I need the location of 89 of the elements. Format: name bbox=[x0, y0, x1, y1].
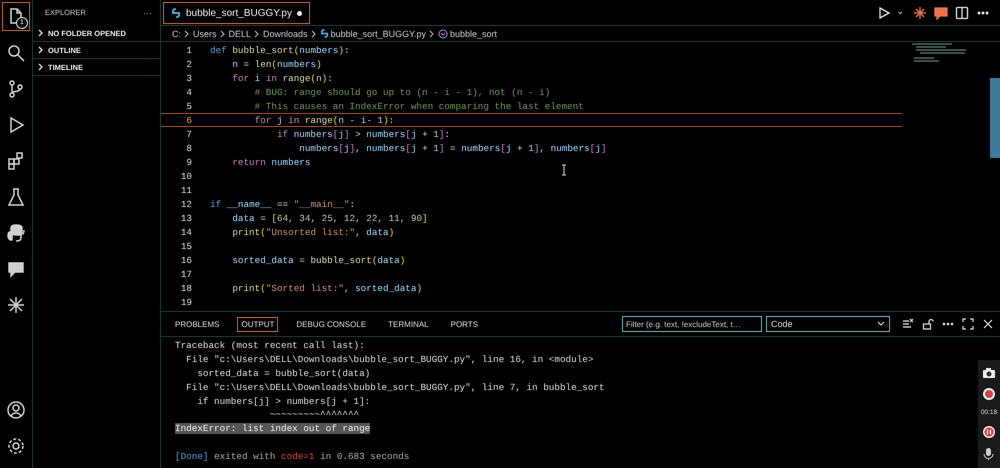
line-number: 9 bbox=[185, 156, 192, 168]
output-line: ~~~~~~~~~^^^^^^^ bbox=[268, 409, 360, 420]
breadcrumb-item[interactable]: Downloads bbox=[263, 28, 308, 38]
python-file-icon bbox=[320, 29, 329, 38]
chevron-down-icon bbox=[877, 321, 885, 327]
filter-input[interactable]: Filter (e.g. text, !excludeText, t… bbox=[622, 316, 762, 332]
line-number: 1 bbox=[185, 44, 192, 56]
chat-icon[interactable] bbox=[934, 6, 948, 20]
line-number: 19 bbox=[180, 296, 192, 308]
code-line: if __name__ == "__main__": bbox=[210, 198, 356, 210]
camera-icon[interactable] bbox=[982, 367, 996, 380]
code-line: n = len(numbers) bbox=[231, 58, 322, 70]
line-number: 7 bbox=[185, 128, 192, 140]
output-line: Traceback (most recent call last): bbox=[175, 340, 365, 352]
line-number: 5 bbox=[185, 100, 192, 112]
panel-tab[interactable]: PROBLEMS bbox=[171, 316, 224, 332]
code-line: numbers[j], numbers[j + 1] = numbers[j + 1], numbers[j] bbox=[298, 142, 606, 154]
line-number: 15 bbox=[180, 240, 192, 252]
output-line: sorted_data = bubble_sort(data) bbox=[196, 368, 370, 379]
run-icon[interactable] bbox=[877, 6, 891, 20]
lock-icon[interactable] bbox=[922, 318, 934, 330]
line-number: 6 bbox=[185, 114, 192, 126]
code-line: # BUG: range should go up to (n - i - 1), not (n - i) bbox=[254, 86, 550, 98]
code-line: for i in range(n): bbox=[231, 72, 333, 84]
output-channel-dropdown[interactable]: Code bbox=[766, 316, 890, 332]
modified-dot bbox=[297, 10, 302, 16]
breadcrumb-item[interactable]: C: bbox=[172, 28, 181, 38]
chevron-icon bbox=[37, 46, 45, 54]
line-number: 3 bbox=[185, 72, 192, 84]
code-line: def bubble_sort(numbers): bbox=[210, 44, 350, 56]
code-line: data = [64, 34, 25, 12, 22, 11, 90] bbox=[231, 212, 428, 224]
chevron-icon bbox=[37, 63, 45, 71]
panel-tab[interactable]: DEBUG CONSOLE bbox=[292, 316, 370, 332]
chevron-icon bbox=[254, 30, 260, 38]
output-line: if numbers[j] > numbers[j + 1]: bbox=[196, 396, 370, 407]
python-file-icon bbox=[171, 8, 181, 18]
line-number: 12 bbox=[180, 198, 192, 210]
python-icon bbox=[6, 222, 26, 242]
line-number: 14 bbox=[180, 226, 192, 238]
clear-output-icon[interactable] bbox=[902, 318, 914, 330]
code-line: for j in range(n - i- 1): bbox=[254, 114, 394, 126]
flask-icon bbox=[6, 186, 26, 206]
line-number: 13 bbox=[180, 212, 192, 224]
chevron-icon bbox=[184, 30, 190, 38]
breadcrumb-item[interactable]: Users bbox=[193, 28, 217, 38]
line-number: 10 bbox=[180, 170, 192, 182]
extensions-icon bbox=[6, 150, 26, 170]
output-line: File "c:\Users\DELL\Downloads\bubble_sort_BUGGY.py", line 16, in <module> bbox=[185, 354, 594, 366]
code-line: # This causes an IndexError when comparing the last element bbox=[254, 100, 584, 112]
pause-button[interactable] bbox=[982, 424, 996, 439]
breadcrumb-item[interactable]: DELL bbox=[228, 28, 252, 38]
close-icon[interactable] bbox=[982, 318, 994, 330]
symbol-method-icon bbox=[438, 28, 448, 38]
line-number: 4 bbox=[185, 86, 192, 98]
settings-icon[interactable] bbox=[6, 436, 26, 456]
line-number: 8 bbox=[185, 142, 192, 154]
line-number: 2 bbox=[185, 58, 192, 70]
editor-tab[interactable]: bubble_sort_BUGGY.py bbox=[163, 2, 310, 24]
record-button[interactable] bbox=[982, 387, 996, 402]
code-line: return numbers bbox=[231, 156, 310, 168]
maximize-icon[interactable] bbox=[962, 318, 974, 330]
breadcrumb-item[interactable]: bubble_sort bbox=[438, 28, 498, 38]
chevron-icon bbox=[220, 30, 226, 38]
line-number: 18 bbox=[180, 282, 192, 294]
code-line: print("Sorted list:", sorted_data) bbox=[231, 282, 422, 294]
split-editor-icon[interactable] bbox=[955, 6, 969, 20]
search-icon bbox=[6, 42, 26, 62]
code-line: print("Unsorted list:", data) bbox=[231, 226, 394, 238]
microphone-icon[interactable] bbox=[983, 446, 995, 461]
breadcrumb-item[interactable]: bubble_sort_BUGGY.py bbox=[320, 28, 426, 38]
output-line: [Done] exited with code=1 in 0.683 seconds bbox=[175, 450, 410, 462]
line-number: 16 bbox=[180, 254, 192, 266]
more-actions-button[interactable]: ··· bbox=[143, 8, 152, 18]
chevron-icon bbox=[310, 30, 317, 38]
output-line: File "c:\Users\DELL\Downloads\bubble_sort_BUGGY.py", line 7, in bubble_sort bbox=[185, 382, 605, 393]
panel-tab[interactable]: TERMINAL bbox=[384, 316, 433, 332]
panel-tab[interactable]: OUTPUT bbox=[237, 316, 278, 332]
code-line: if numbers[j] > numbers[j + 1]: bbox=[276, 128, 450, 140]
chevron-icon bbox=[37, 29, 45, 37]
panel-tab[interactable]: PORTS bbox=[446, 316, 482, 332]
line-number: 11 bbox=[180, 184, 192, 196]
text-cursor-icon bbox=[561, 164, 567, 176]
scrollbar-thumb[interactable] bbox=[990, 78, 1000, 158]
code-line: sorted_data = bubble_sort(data) bbox=[231, 254, 406, 266]
chevron-icon bbox=[428, 30, 435, 38]
sparkle-icon bbox=[6, 294, 26, 314]
account-icon[interactable] bbox=[6, 400, 26, 420]
sparkle-icon[interactable] bbox=[913, 6, 927, 20]
line-number: 17 bbox=[180, 268, 192, 280]
